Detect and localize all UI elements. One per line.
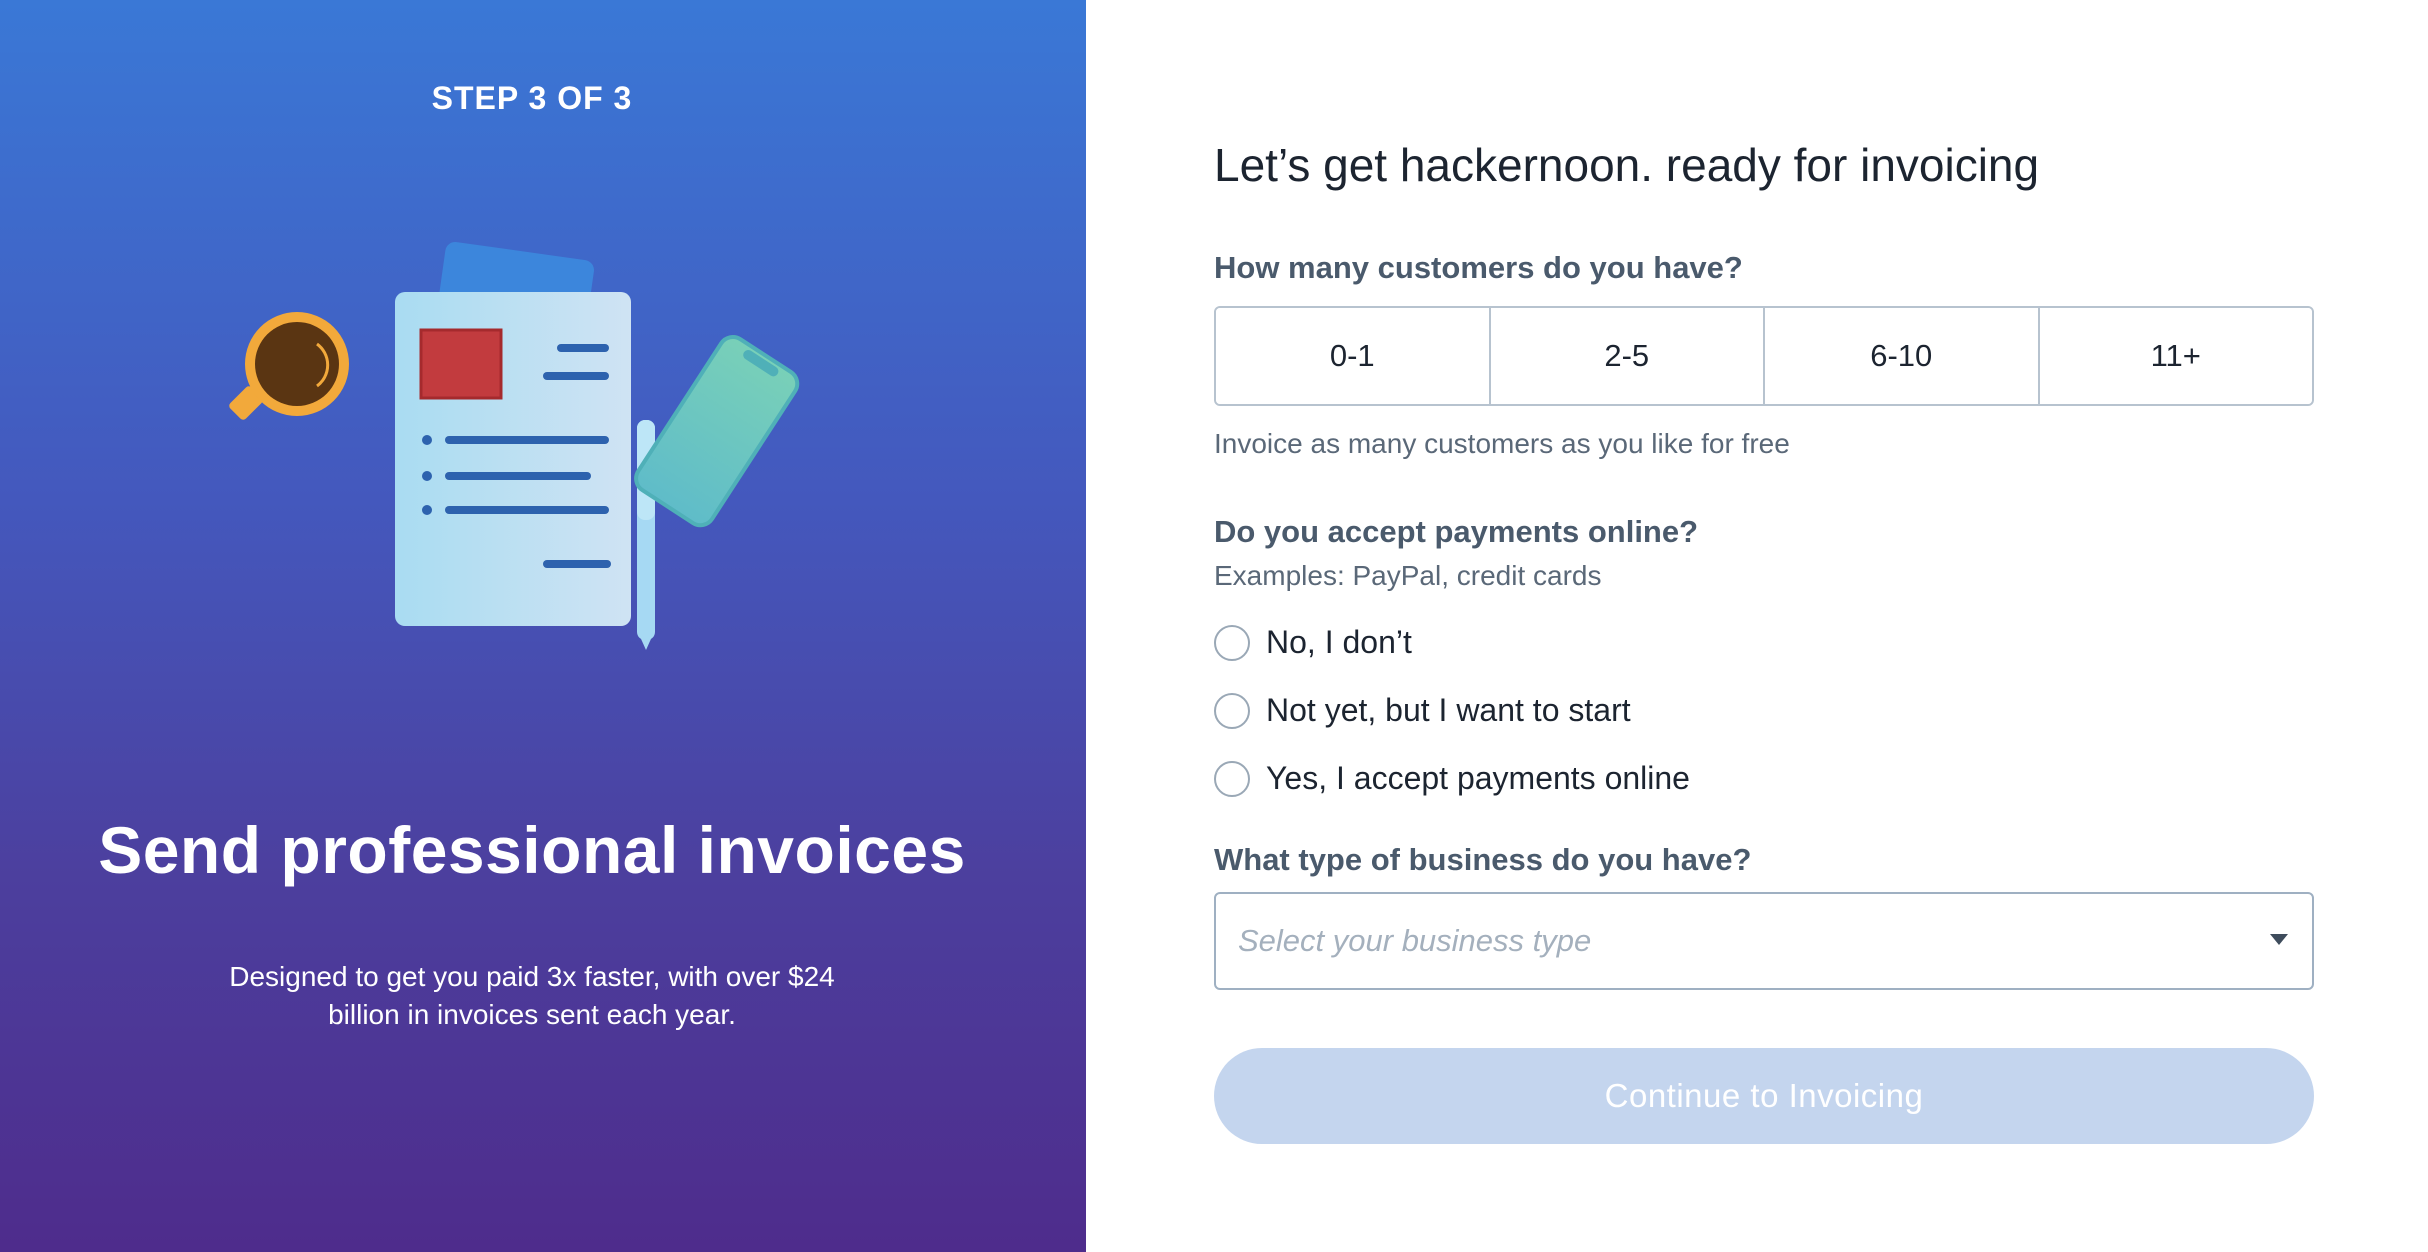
payments-option-no[interactable]: No, I don’t [1214, 624, 1412, 661]
form-title: Let’s get hackernoon. ready for invoicin… [1214, 139, 2040, 191]
customers-option-0-1[interactable]: 0-1 [1216, 308, 1491, 404]
customers-option-11-plus[interactable]: 11+ [2039, 308, 2312, 404]
step-indicator: STEP 3 OF 3 [431, 80, 633, 116]
radio-button[interactable] [1214, 624, 1250, 661]
dropdown-caret-icon [2270, 934, 2288, 945]
payments-question: Do you accept payments online? [1214, 514, 1699, 549]
payments-sublabel: Examples: PayPal, credit cards [1214, 560, 1602, 591]
left-panel: STEP 3 OF 3 Send professional invoices D… [0, 0, 1086, 1252]
payments-option-not-yet[interactable]: Not yet, but I want to start [1214, 692, 1631, 729]
business-type-question: What type of business do you have? [1214, 842, 1752, 877]
invoice-document-icon [395, 292, 631, 626]
continue-to-invoicing-button[interactable]: Continue to Invoicing [1214, 1048, 2314, 1144]
payments-option-yes[interactable]: Yes, I accept payments online [1214, 760, 1690, 797]
hero-description: Designed to get you paid 3x faster, with… [229, 961, 835, 1030]
business-type-placeholder: Select your business type [1238, 923, 1592, 958]
business-type-select[interactable]: Select your business type [1214, 892, 2314, 990]
payments-option-label: No, I don’t [1266, 624, 1412, 660]
customers-segmented-control: 0-1 2-5 6-10 11+ [1214, 306, 2314, 406]
payments-option-label: Not yet, but I want to start [1266, 692, 1631, 728]
payments-option-label: Yes, I accept payments online [1266, 760, 1690, 796]
customers-helper-text: Invoice as many customers as you like fo… [1214, 428, 1790, 459]
radio-button[interactable] [1214, 692, 1250, 729]
customers-option-2-5[interactable]: 2-5 [1490, 308, 1765, 404]
coffee-cup-icon [229, 312, 349, 420]
customers-option-6-10[interactable]: 6-10 [1765, 308, 2040, 404]
invoice-illustration [229, 241, 800, 650]
phone-icon [634, 335, 800, 528]
right-panel: Let’s get hackernoon. ready for invoicin… [1086, 0, 2428, 1252]
customers-question: How many customers do you have? [1214, 250, 1743, 285]
radio-button[interactable] [1214, 760, 1250, 797]
hero-title: Send professional invoices [98, 813, 966, 887]
